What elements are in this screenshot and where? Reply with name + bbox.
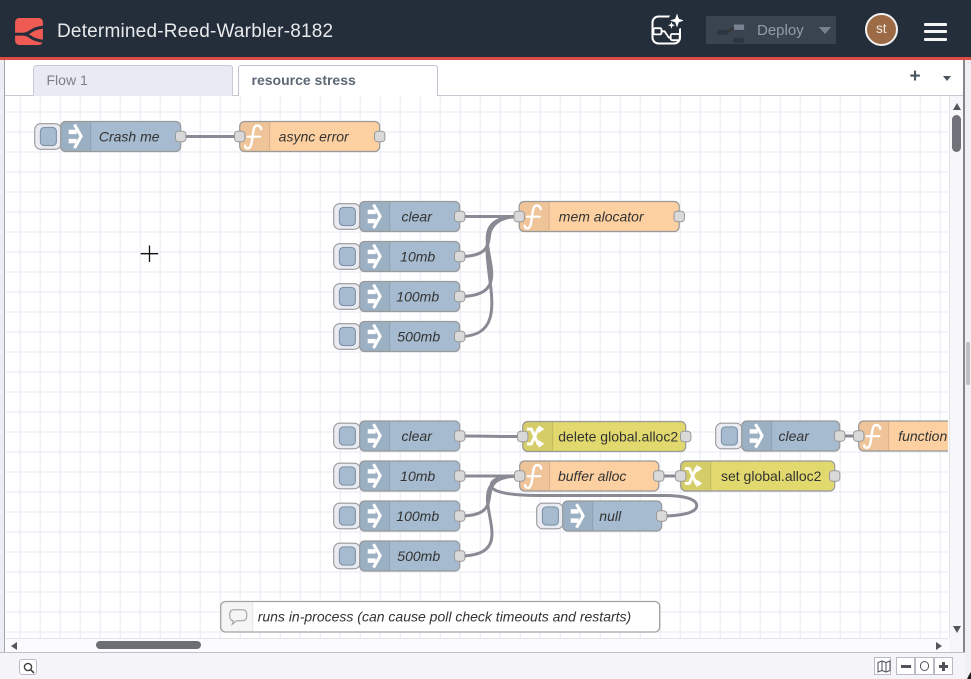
svg-text:buffer alloc: buffer alloc <box>558 468 626 484</box>
svg-text:clear: clear <box>779 428 811 444</box>
svg-text:mem alocator: mem alocator <box>559 208 645 224</box>
svg-text:Crash me: Crash me <box>99 128 160 144</box>
svg-text:clear: clear <box>402 428 434 444</box>
svg-text:100mb: 100mb <box>397 508 440 524</box>
svg-text:delete global.alloc2: delete global.alloc2 <box>559 428 679 444</box>
svg-text:set global.alloc2: set global.alloc2 <box>721 468 822 484</box>
svg-text:async error: async error <box>279 128 350 144</box>
svg-text:10mb: 10mb <box>400 248 435 264</box>
svg-text:clear: clear <box>402 208 434 224</box>
svg-text:100mb: 100mb <box>397 288 440 304</box>
svg-text:null: null <box>600 508 623 524</box>
svg-text:function mem: function mem <box>898 428 948 444</box>
svg-text:500mb: 500mb <box>398 548 441 564</box>
svg-text:runs in-process (can cause pol: runs in-process (can cause poll check ti… <box>258 608 632 624</box>
svg-text:10mb: 10mb <box>400 468 435 484</box>
svg-text:500mb: 500mb <box>398 328 441 344</box>
